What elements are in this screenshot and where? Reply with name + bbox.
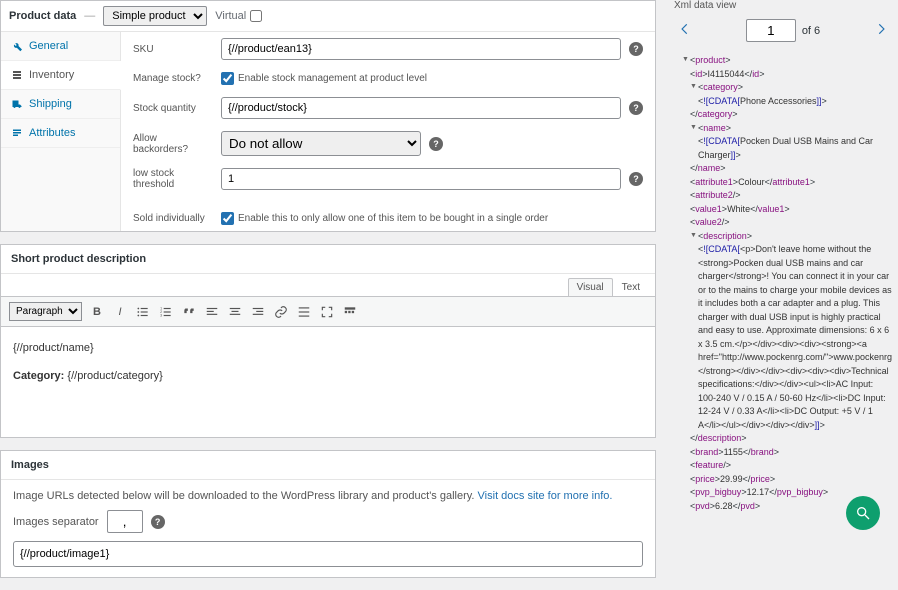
- backorder-label: Allow backorders?: [133, 133, 213, 155]
- sku-input[interactable]: [221, 38, 621, 60]
- svg-text:3: 3: [160, 313, 162, 317]
- manage-stock-text: Enable stock management at product level: [238, 73, 427, 84]
- help-icon[interactable]: ?: [151, 515, 165, 529]
- tab-shipping[interactable]: Shipping: [1, 90, 120, 119]
- truck-icon: [11, 98, 23, 110]
- desc-line-1: {//product/name}: [13, 339, 643, 359]
- sold-individually-checkbox[interactable]: [221, 212, 234, 225]
- quote-icon[interactable]: [181, 304, 197, 320]
- prev-icon[interactable]: [678, 22, 692, 39]
- sku-label: SKU: [133, 44, 213, 55]
- readmore-icon[interactable]: [296, 304, 312, 320]
- tab-visual[interactable]: Visual: [568, 278, 613, 296]
- attributes-icon: [11, 127, 23, 139]
- threshold-label: low stock threshold: [133, 168, 213, 190]
- virtual-label: Virtual: [215, 10, 246, 22]
- link-icon[interactable]: [273, 304, 289, 320]
- help-icon[interactable]: ?: [629, 101, 643, 115]
- short-desc-panel: Short product description Visual Text Pa…: [0, 244, 656, 438]
- tab-text[interactable]: Text: [613, 278, 649, 296]
- ul-icon[interactable]: [135, 304, 151, 320]
- backorder-select[interactable]: Do not allow: [221, 131, 421, 156]
- images-panel: Images Image URLs detected below will be…: [0, 450, 656, 578]
- manage-stock-checkbox[interactable]: [221, 72, 234, 85]
- product-tabs: General Inventory Shipping Attributes: [1, 32, 121, 231]
- page-of: of 6: [802, 25, 820, 37]
- search-icon: [855, 505, 871, 521]
- desc-cat-label: Category:: [13, 370, 67, 382]
- fullscreen-icon[interactable]: [319, 304, 335, 320]
- align-center-icon[interactable]: [227, 304, 243, 320]
- help-icon[interactable]: ?: [629, 172, 643, 186]
- image-url-input[interactable]: [13, 541, 643, 567]
- editor-toolbar: Paragraph B I 123: [1, 296, 655, 327]
- product-type-select[interactable]: Simple product: [103, 6, 207, 26]
- xml-view-title: Xml data view: [674, 0, 892, 11]
- inventory-icon: [11, 69, 23, 81]
- dash: —: [84, 10, 95, 22]
- images-title: Images: [1, 451, 655, 480]
- align-right-icon[interactable]: [250, 304, 266, 320]
- images-docs-link[interactable]: Visit docs site for more info.: [478, 490, 613, 502]
- sold-text: Enable this to only allow one of this it…: [238, 213, 548, 224]
- help-icon[interactable]: ?: [629, 42, 643, 56]
- ol-icon[interactable]: 123: [158, 304, 174, 320]
- product-data-panel: Product data — Simple product Virtual Ge…: [0, 0, 656, 232]
- short-desc-title: Short product description: [1, 245, 655, 274]
- images-sep-input[interactable]: [107, 510, 143, 533]
- stock-qty-label: Stock quantity: [133, 103, 213, 114]
- desc-cat-value: {//product/category}: [67, 370, 162, 382]
- stock-qty-input[interactable]: [221, 97, 621, 119]
- xml-pager: of 6: [674, 17, 892, 44]
- page-input[interactable]: [746, 19, 796, 42]
- virtual-checkbox[interactable]: [250, 10, 262, 22]
- bold-icon[interactable]: B: [89, 304, 105, 320]
- editor-content[interactable]: {//product/name} Category: {//product/ca…: [1, 327, 655, 437]
- tab-attributes[interactable]: Attributes: [1, 119, 120, 148]
- next-icon[interactable]: [874, 22, 888, 39]
- align-left-icon[interactable]: [204, 304, 220, 320]
- images-info: Image URLs detected below will be downlo…: [13, 490, 478, 502]
- panel-title: Product data: [9, 10, 76, 22]
- help-icon[interactable]: ?: [429, 137, 443, 151]
- italic-icon[interactable]: I: [112, 304, 128, 320]
- threshold-input[interactable]: [221, 168, 621, 190]
- wrench-icon: [11, 40, 23, 52]
- images-sep-label: Images separator: [13, 516, 99, 528]
- format-select[interactable]: Paragraph: [9, 302, 82, 321]
- tab-inventory[interactable]: Inventory: [1, 61, 121, 90]
- sold-label: Sold individually: [133, 213, 213, 224]
- xml-tree[interactable]: ▼<product><id>I4115044</id>▼<category><!…: [674, 54, 892, 514]
- manage-stock-label: Manage stock?: [133, 73, 213, 84]
- toolbar-toggle-icon[interactable]: [342, 304, 358, 320]
- help-fab[interactable]: [846, 496, 880, 530]
- tab-general[interactable]: General: [1, 32, 120, 61]
